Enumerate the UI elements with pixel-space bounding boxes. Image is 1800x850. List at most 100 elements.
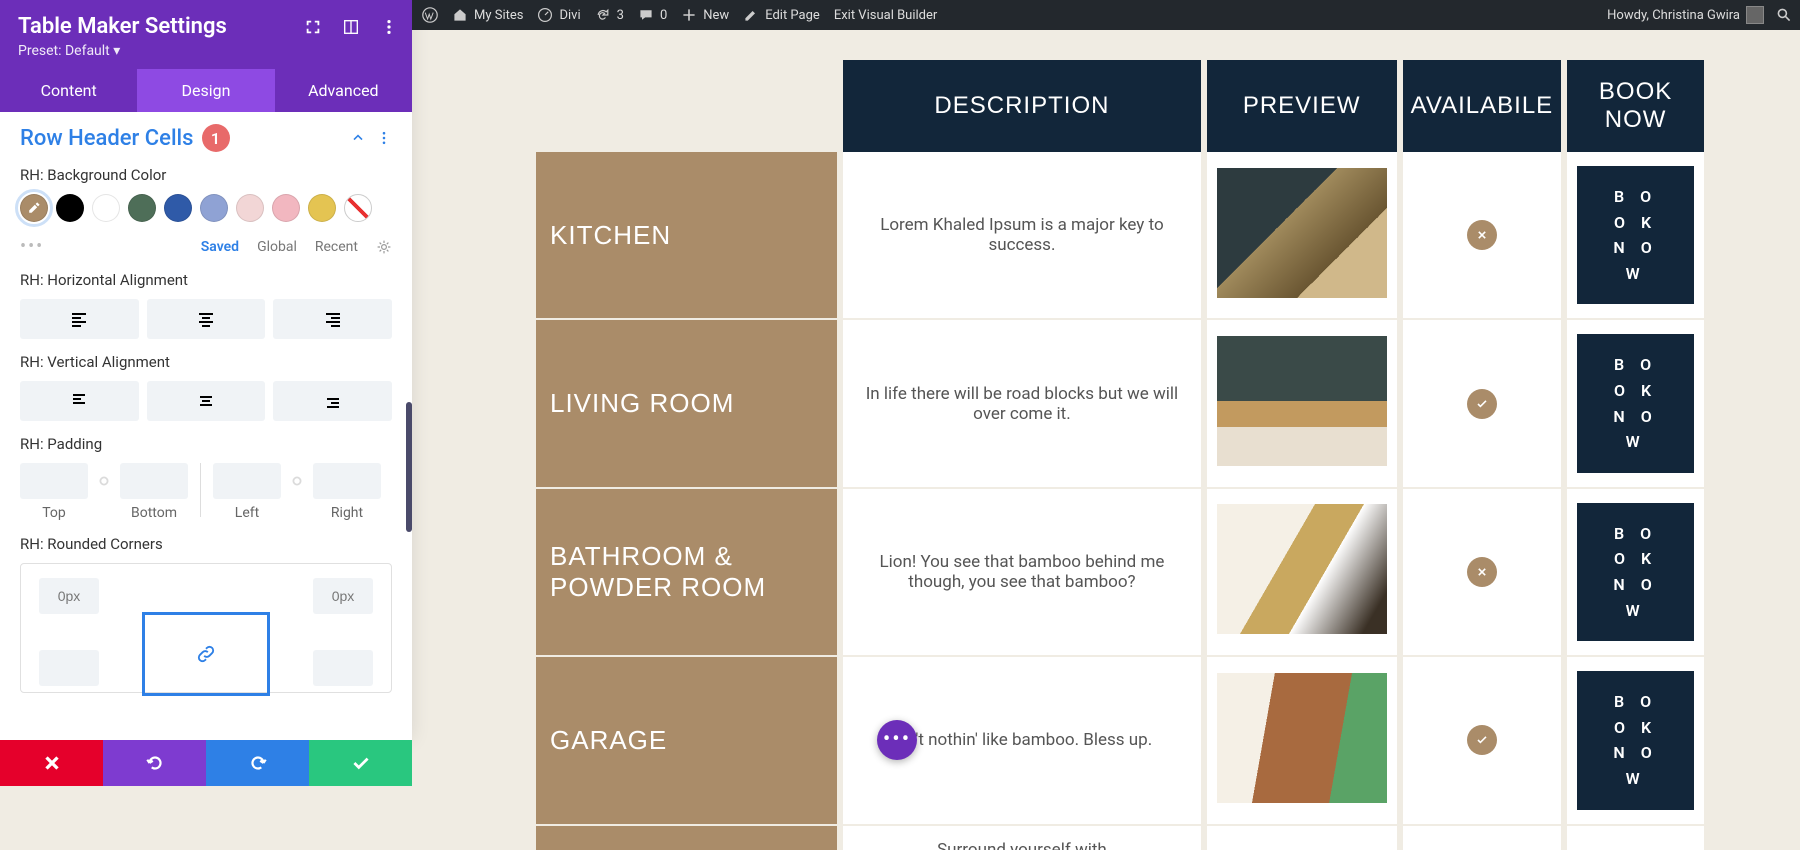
- swatch-meta: ••• Saved Global Recent: [20, 236, 392, 257]
- tab-design[interactable]: Design: [137, 69, 274, 112]
- palette-global[interactable]: Global: [257, 239, 297, 255]
- color-swatch[interactable]: [236, 194, 264, 222]
- padding-group: TopBottom LeftRight: [20, 463, 392, 521]
- available-cell: [1403, 655, 1562, 823]
- link-icon[interactable]: [285, 463, 309, 499]
- my-sites-link[interactable]: My Sites: [452, 7, 523, 23]
- column-header: DESCRIPTION: [843, 60, 1200, 152]
- rounded-corners-box: [20, 563, 392, 693]
- exit-vb-link[interactable]: Exit Visual Builder: [834, 8, 937, 23]
- valign-top-button[interactable]: [20, 381, 139, 421]
- row-header: LIVING ROOM: [536, 318, 837, 486]
- column-header: PREVIEW: [1207, 60, 1397, 152]
- valign-bottom-button[interactable]: [273, 381, 392, 421]
- color-swatch[interactable]: [308, 194, 336, 222]
- preset-dropdown[interactable]: Preset: Default ▾: [18, 43, 394, 59]
- home-icon: [452, 7, 468, 23]
- updates-link[interactable]: 3: [595, 7, 624, 23]
- book-cell: B O O KN O W: [1567, 152, 1704, 318]
- book-now-button[interactable]: B O O KN O W: [1577, 166, 1694, 304]
- color-swatch[interactable]: [272, 194, 300, 222]
- align-left-icon: [69, 309, 89, 329]
- align-center-button[interactable]: [147, 299, 266, 339]
- save-button[interactable]: [309, 740, 412, 786]
- new-link[interactable]: New: [681, 7, 729, 23]
- book-now-button[interactable]: B O O KN O W: [1577, 334, 1694, 472]
- edit-page-link[interactable]: Edit Page: [743, 7, 820, 23]
- panel-body: Row Header Cells 1 RH: Background Color …: [0, 112, 412, 740]
- table-row: KITCHENLorem Khaled Ipsum is a major key…: [536, 152, 1704, 318]
- book-now-button[interactable]: B O O KN O W: [1577, 671, 1694, 809]
- palette-recent[interactable]: Recent: [315, 239, 358, 255]
- kebab-icon[interactable]: [376, 130, 392, 146]
- dots-icon[interactable]: •••: [20, 236, 44, 257]
- color-swatch[interactable]: [164, 194, 192, 222]
- refresh-icon: [595, 7, 611, 23]
- undo-button[interactable]: [103, 740, 206, 786]
- table-row: LIVING ROOMIn life there will be road bl…: [536, 318, 1704, 486]
- description-cell: Lion! You see that bamboo behind me thou…: [843, 487, 1200, 655]
- color-swatch[interactable]: [344, 194, 372, 222]
- column-header: BOOK NOW: [1567, 60, 1704, 152]
- columns-icon[interactable]: [342, 18, 360, 36]
- link-icon[interactable]: [92, 463, 116, 499]
- corner-tl-input[interactable]: [39, 578, 99, 614]
- align-right-icon: [323, 309, 343, 329]
- valign-bottom-icon: [323, 391, 343, 411]
- tab-advanced[interactable]: Advanced: [275, 69, 412, 112]
- wp-logo[interactable]: [422, 7, 438, 23]
- wordpress-icon: [422, 7, 438, 23]
- check-icon: [1467, 389, 1497, 419]
- row-header: [536, 824, 837, 850]
- book-cell: B O O KN O W: [1567, 318, 1704, 486]
- gear-icon[interactable]: [376, 239, 392, 255]
- halign-group: [20, 299, 392, 339]
- preview-cell: [1207, 318, 1397, 486]
- padding-left-input[interactable]: [213, 463, 281, 499]
- panel-header: Table Maker Settings Preset: Default ▾: [0, 0, 412, 69]
- book-cell: B O O KN O W: [1567, 655, 1704, 823]
- color-swatch[interactable]: [128, 194, 156, 222]
- color-swatch[interactable]: [200, 194, 228, 222]
- link-icon: [195, 643, 217, 665]
- valign-middle-button[interactable]: [147, 381, 266, 421]
- annotation-badge: 1: [202, 124, 230, 152]
- undo-icon: [144, 752, 166, 774]
- preview-image: [1217, 336, 1387, 466]
- site-name-link[interactable]: Divi: [537, 7, 580, 23]
- align-right-button[interactable]: [273, 299, 392, 339]
- corner-br-input[interactable]: [313, 650, 373, 686]
- cancel-button[interactable]: [0, 740, 103, 786]
- book-now-button[interactable]: B O O KN O W: [1577, 503, 1694, 641]
- wp-admin-bar: My Sites Divi 3 0 New Edit Page Exit Vis…: [412, 0, 1800, 30]
- corner-bl-input[interactable]: [39, 650, 99, 686]
- padding-bottom-input[interactable]: [120, 463, 188, 499]
- color-swatch[interactable]: [20, 194, 48, 222]
- preview-cell: [1207, 487, 1397, 655]
- color-swatch[interactable]: [92, 194, 120, 222]
- plus-icon: [681, 7, 697, 23]
- color-swatch[interactable]: [56, 194, 84, 222]
- redo-button[interactable]: [206, 740, 309, 786]
- pencil-icon: [743, 7, 759, 23]
- padding-right-input[interactable]: [313, 463, 381, 499]
- module-fab[interactable]: •••: [877, 720, 917, 760]
- search-toggle[interactable]: [1776, 7, 1792, 23]
- align-left-button[interactable]: [20, 299, 139, 339]
- comments-link[interactable]: 0: [638, 7, 667, 23]
- kebab-icon[interactable]: [380, 18, 398, 36]
- expand-icon[interactable]: [304, 18, 322, 36]
- tab-content[interactable]: Content: [0, 69, 137, 112]
- avatar: [1746, 6, 1764, 24]
- palette-saved[interactable]: Saved: [201, 239, 239, 255]
- description-cell: Surround yourself with: [843, 824, 1200, 850]
- corner-tr-input[interactable]: [313, 578, 373, 614]
- padding-top-input[interactable]: [20, 463, 88, 499]
- preview-cell: [1207, 655, 1397, 823]
- corners-link-toggle[interactable]: [142, 612, 270, 696]
- section-header[interactable]: Row Header Cells 1: [20, 124, 392, 152]
- valign-label: RH: Vertical Alignment: [20, 353, 392, 371]
- description-cell: In life there will be road blocks but we…: [843, 318, 1200, 486]
- chevron-up-icon[interactable]: [350, 130, 366, 146]
- howdy-user[interactable]: Howdy, Christina Gwira: [1607, 6, 1764, 24]
